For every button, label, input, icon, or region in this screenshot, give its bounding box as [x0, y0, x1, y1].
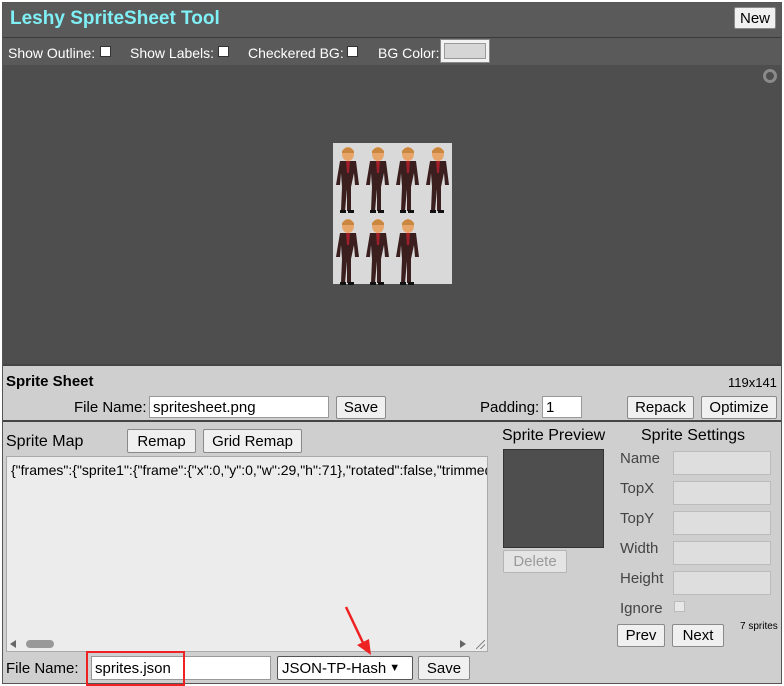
width-label: Width	[620, 540, 659, 557]
sprite-count: 7 sprites	[740, 621, 778, 632]
bg-color-label: BG Color:	[378, 45, 440, 61]
sprite-map-content: {"frames":{"sprite1":{"frame":{"x":0,"y"…	[11, 462, 487, 478]
delete-button[interactable]: Delete	[503, 550, 567, 573]
sheet-file-name-label: File Name:	[74, 399, 147, 416]
sprite-sheet-panel: Sprite Sheet 119x141 File Name: spritesh…	[3, 364, 781, 422]
new-button[interactable]: New	[734, 7, 776, 29]
sprite-map-textarea[interactable]: {"frames":{"sprite1":{"frame":{"x":0,"y"…	[6, 456, 488, 652]
horizontal-scrollbar[interactable]	[8, 638, 470, 650]
topx-label: TopX	[620, 480, 655, 497]
sprite-sheet-image[interactable]	[333, 143, 452, 286]
sheet-file-name-input[interactable]: spritesheet.png	[149, 396, 329, 418]
height-input[interactable]	[673, 571, 771, 595]
show-outline-label: Show Outline:	[8, 45, 96, 61]
sprite-frame[interactable]	[333, 143, 362, 214]
sprite-frame[interactable]	[333, 215, 362, 286]
sprite-frame[interactable]	[363, 215, 392, 286]
resize-grip-icon[interactable]	[476, 640, 485, 649]
checkered-bg-label: Checkered BG:	[248, 45, 344, 61]
padding-label: Padding:	[480, 399, 540, 416]
ignore-label: Ignore	[620, 600, 663, 617]
name-label: Name	[620, 450, 661, 467]
topy-label: TopY	[620, 510, 655, 527]
options-bar: Show Outline: Show Labels: Checkered BG:…	[3, 37, 781, 65]
show-outline-checkbox[interactable]	[100, 46, 111, 57]
sprite-map-title: Sprite Map	[6, 433, 84, 450]
sprite-frame[interactable]	[393, 143, 422, 214]
sprite-frame[interactable]	[423, 143, 452, 214]
next-button[interactable]: Next	[672, 624, 724, 647]
padding-input[interactable]: 1	[542, 396, 582, 418]
scroll-thumb[interactable]	[26, 640, 54, 648]
refresh-icon	[763, 69, 777, 83]
chevron-down-icon: ▼	[389, 662, 401, 674]
map-save-button[interactable]: Save	[418, 656, 470, 680]
repack-button[interactable]: Repack	[627, 396, 694, 419]
width-input[interactable]	[673, 541, 771, 565]
height-label: Height	[620, 570, 664, 587]
ignore-checkbox[interactable]	[674, 601, 685, 612]
sprite-settings-title: Sprite Settings	[641, 427, 746, 444]
sprite-frame[interactable]	[393, 215, 422, 286]
topy-input[interactable]	[673, 511, 771, 535]
optimize-button[interactable]: Optimize	[701, 396, 777, 419]
app-window: Leshy SpriteSheet Tool New Show Outline:…	[2, 2, 782, 686]
sprite-sheet-size: 119x141	[728, 375, 777, 390]
sprite-canvas[interactable]	[3, 65, 781, 364]
sprite-preview-canvas	[503, 449, 604, 548]
show-labels-checkbox[interactable]	[218, 46, 229, 57]
map-file-name-label: File Name:	[6, 660, 79, 677]
bg-color-swatch	[444, 43, 486, 59]
sprite-sheet-title: Sprite Sheet	[6, 373, 94, 390]
scroll-left-icon[interactable]	[10, 640, 16, 648]
bg-color-picker[interactable]	[440, 39, 490, 63]
name-input[interactable]	[673, 451, 771, 475]
remap-button[interactable]: Remap	[127, 429, 196, 453]
checkered-bg-checkbox[interactable]	[347, 46, 358, 57]
grid-remap-button[interactable]: Grid Remap	[203, 429, 302, 453]
annotation-arrow-icon	[344, 606, 371, 655]
scroll-right-icon[interactable]	[460, 640, 466, 648]
prev-button[interactable]: Prev	[617, 624, 665, 647]
sheet-save-button[interactable]: Save	[336, 396, 386, 419]
sprite-frame[interactable]	[363, 143, 392, 214]
show-labels-label: Show Labels:	[130, 45, 215, 61]
topx-input[interactable]	[673, 481, 771, 505]
title-bar: Leshy SpriteSheet Tool New	[3, 3, 781, 37]
annotation-highlight-box	[86, 651, 185, 686]
sprite-map-panel: Sprite Map Remap Grid Remap {"frames":{"…	[3, 422, 499, 686]
sprite-preview-title: Sprite Preview	[502, 427, 606, 444]
app-title: Leshy SpriteSheet Tool	[10, 8, 220, 29]
